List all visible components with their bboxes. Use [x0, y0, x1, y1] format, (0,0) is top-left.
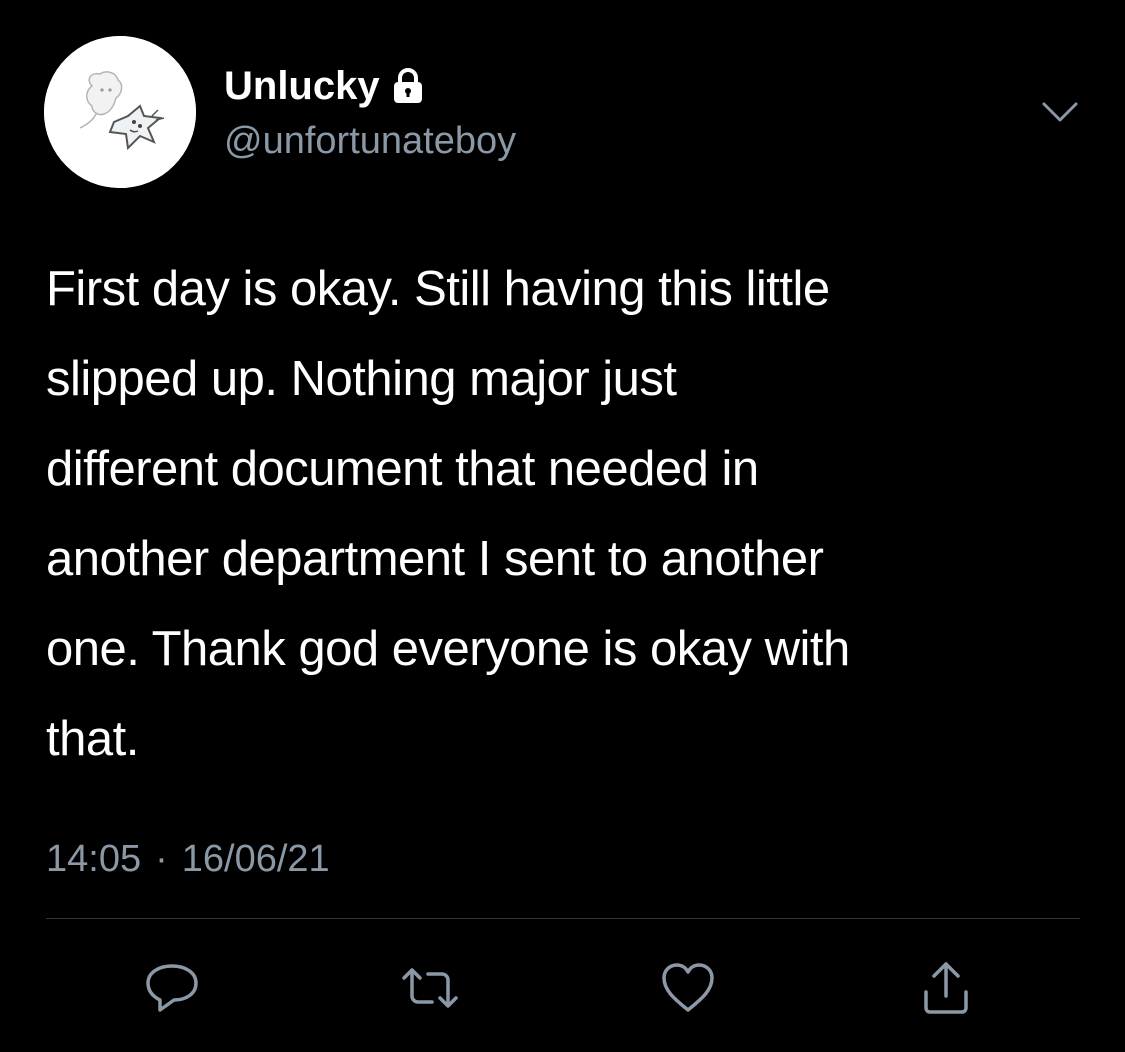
tweet-timestamp[interactable]: 14:05 · 16/06/21: [46, 836, 330, 882]
avatar[interactable]: [44, 36, 196, 188]
reply-icon: [146, 964, 198, 1012]
lock-icon: [393, 68, 422, 103]
heart-icon: [662, 963, 714, 1012]
like-button[interactable]: [656, 956, 720, 1020]
tweet-text-line: different document that needed in: [46, 442, 759, 496]
tweet: Unlucky @unfortunateboy First day is oka…: [0, 0, 1125, 1052]
tweet-date: 16/06/21: [181, 838, 330, 880]
tweet-text: First day is okay. Still having this lit…: [46, 244, 1066, 784]
user-handle[interactable]: @unfortunateboy: [224, 118, 516, 164]
chevron-down-icon: [1042, 102, 1078, 122]
display-name[interactable]: Unlucky: [224, 62, 380, 110]
meta-separator: ·: [155, 838, 168, 880]
display-name-row: Unlucky: [224, 62, 424, 110]
tweet-text-line: First day is okay. Still having this lit…: [46, 262, 830, 316]
share-icon: [924, 962, 968, 1014]
divider: [46, 918, 1080, 919]
tweet-text-line: another department I sent to another: [46, 532, 824, 586]
reply-button[interactable]: [140, 956, 204, 1020]
retweet-button[interactable]: [398, 956, 462, 1020]
doodle-avatar-icon: [44, 36, 196, 188]
tweet-text-line: one. Thank god everyone is okay with: [46, 622, 850, 676]
tweet-time: 14:05: [46, 838, 142, 880]
more-options-button[interactable]: [1036, 92, 1084, 132]
share-button[interactable]: [914, 956, 978, 1020]
retweet-icon: [402, 968, 458, 1008]
tweet-text-line: slipped up. Nothing major just: [46, 352, 677, 406]
tweet-text-line: that.: [46, 712, 139, 766]
